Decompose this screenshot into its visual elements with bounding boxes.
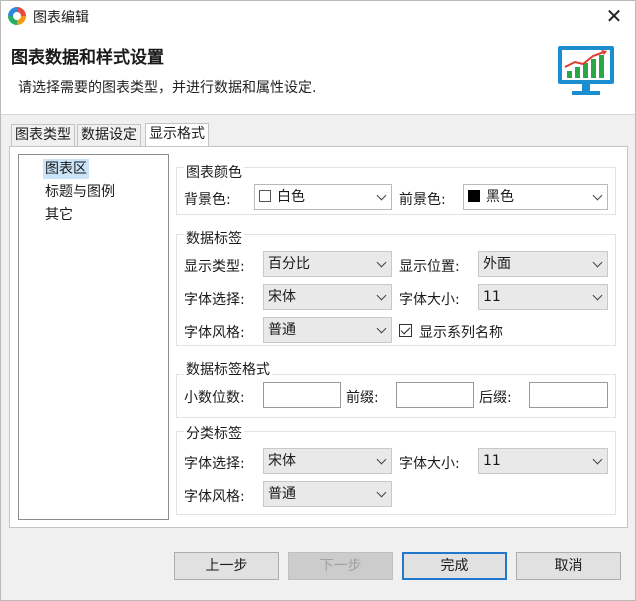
tree-item-chart-area[interactable]: 图表区	[43, 159, 89, 179]
tab-display-format[interactable]: 显示格式	[145, 123, 209, 146]
category-labels-title: 分类标签	[184, 423, 244, 443]
data-font-size-select[interactable]: 11	[478, 284, 608, 310]
data-font-size-value: 11	[483, 289, 501, 305]
data-font-value: 宋体	[268, 289, 296, 305]
chevron-down-icon	[376, 290, 387, 301]
chart-edit-dialog: 图表编辑 ✕ 图表数据和样式设置 请选择需要的图表类型，并进行数据和属性设定. …	[0, 0, 636, 601]
category-font-size-value: 11	[483, 453, 501, 469]
show-series-name-label[interactable]: 显示系列名称	[419, 322, 503, 342]
window-title: 图表编辑	[33, 10, 89, 26]
category-font-size-select[interactable]: 11	[478, 448, 608, 474]
data-font-label: 字体选择:	[184, 292, 245, 308]
black-swatch-icon	[468, 190, 480, 202]
prefix-label: 前缀:	[346, 390, 379, 406]
decimals-label: 小数位数:	[184, 390, 245, 406]
prev-button[interactable]: 上一步	[174, 552, 279, 580]
category-font-style-value: 普通	[268, 486, 296, 502]
display-type-select[interactable]: 百分比	[263, 251, 392, 277]
chart-color-title: 图表颜色	[184, 162, 244, 182]
display-format-panel: 图表区 标题与图例 其它 图表颜色 背景色: 白色 前景色: 黑色 数据标签 显…	[9, 146, 628, 528]
category-font-style-select[interactable]: 普通	[263, 481, 392, 507]
next-button[interactable]: 下一步	[288, 552, 393, 580]
display-type-value: 百分比	[268, 256, 310, 272]
format-category-tree: 图表区 标题与图例 其它	[18, 154, 169, 520]
foreground-color-label: 前景色:	[399, 192, 446, 208]
chevron-down-icon	[592, 290, 603, 301]
label-format-title: 数据标签格式	[184, 359, 272, 379]
data-font-style-label: 字体风格:	[184, 325, 245, 341]
background-color-select[interactable]: 白色	[254, 184, 392, 210]
display-position-value: 外面	[483, 256, 511, 272]
prefix-input[interactable]	[396, 382, 474, 408]
chart-monitor-icon	[558, 46, 614, 95]
category-font-select[interactable]: 宋体	[263, 448, 392, 474]
title-bar: 图表编辑 ✕	[1, 1, 635, 31]
show-series-name-checkbox[interactable]	[399, 324, 412, 337]
chevron-down-icon	[592, 454, 603, 465]
header-title: 图表数据和样式设置	[11, 48, 164, 68]
category-font-size-label: 字体大小:	[399, 456, 460, 472]
data-font-select[interactable]: 宋体	[263, 284, 392, 310]
white-swatch-icon	[259, 190, 271, 202]
chevron-down-icon	[376, 257, 387, 268]
header-description: 请选择需要的图表类型，并进行数据和属性设定.	[18, 80, 317, 96]
tab-chart-type[interactable]: 图表类型	[11, 124, 75, 146]
tree-item-title-legend[interactable]: 标题与图例	[43, 182, 117, 202]
chevron-down-icon	[592, 190, 603, 201]
dialog-header: 图表数据和样式设置 请选择需要的图表类型，并进行数据和属性设定.	[1, 31, 635, 115]
data-font-style-select[interactable]: 普通	[263, 317, 392, 343]
app-logo-icon	[8, 7, 26, 25]
category-font-label: 字体选择:	[184, 456, 245, 472]
decimals-input[interactable]	[263, 382, 341, 408]
chevron-down-icon	[376, 190, 387, 201]
background-color-label: 背景色:	[184, 192, 231, 208]
data-font-size-label: 字体大小:	[399, 292, 460, 308]
display-position-label: 显示位置:	[399, 259, 460, 275]
data-font-style-value: 普通	[268, 322, 296, 338]
category-font-value: 宋体	[268, 453, 296, 469]
chevron-down-icon	[376, 454, 387, 465]
foreground-color-value: 黑色	[486, 189, 514, 205]
display-type-label: 显示类型:	[184, 259, 245, 275]
finish-button[interactable]: 完成	[402, 552, 507, 580]
category-font-style-label: 字体风格:	[184, 489, 245, 505]
foreground-color-select[interactable]: 黑色	[463, 184, 608, 210]
suffix-label: 后缀:	[479, 390, 512, 406]
chevron-down-icon	[376, 323, 387, 334]
cancel-button[interactable]: 取消	[516, 552, 621, 580]
chevron-down-icon	[592, 257, 603, 268]
data-labels-title: 数据标签	[184, 228, 244, 248]
tab-data-settings[interactable]: 数据设定	[77, 124, 141, 146]
suffix-input[interactable]	[529, 382, 608, 408]
close-button[interactable]: ✕	[601, 4, 627, 28]
display-position-select[interactable]: 外面	[478, 251, 608, 277]
background-color-value: 白色	[277, 189, 305, 205]
tree-item-other[interactable]: 其它	[43, 205, 75, 225]
chevron-down-icon	[376, 487, 387, 498]
